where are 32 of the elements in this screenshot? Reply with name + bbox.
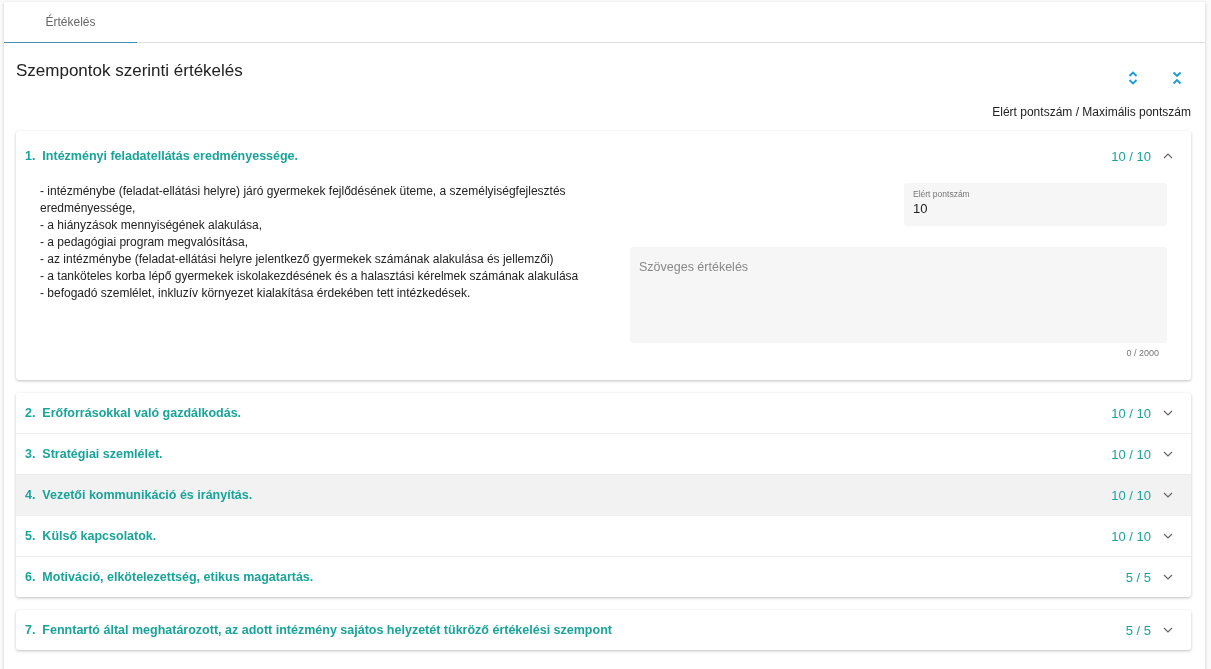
score-text: 10 / 10 <box>1111 405 1151 421</box>
field-label: Elért pontszám <box>913 189 971 199</box>
criterion-title: 3. Stratégiai szemlélet. <box>25 447 164 461</box>
score-input[interactable]: 10 <box>913 201 1158 216</box>
column-caption: Elért pontszám / Maximális pontszám <box>992 105 1191 119</box>
panel-header[interactable]: 7. Fenntartó által meghatározott, az adott intézmény sajátos helyzetét tükröző értékelési szempont 5 / 5 <box>16 610 1191 650</box>
expand-all-icon <box>1128 71 1138 85</box>
score-text: 5 / 5 <box>1125 569 1151 585</box>
panel-header[interactable]: 3. Stratégiai szemlélet. 10 / 10 <box>16 434 1191 474</box>
criterion-title: 2. Erőforrásokkal való gazdálkodás. <box>25 406 243 420</box>
score-text: 10 / 10 <box>1111 528 1151 544</box>
criterion-title: 6. Motiváció, elkötelezettség, etikus magatartás. <box>25 570 315 584</box>
criterion-title: 5. Külső kapcsolatok. <box>25 529 158 543</box>
panel-header[interactable]: 2. Erőforrásokkal való gazdálkodás. 10 / 10 <box>16 393 1191 433</box>
panel-header[interactable]: 4. Vezetői kommunikáció és irányítás. 10 / 10 <box>16 475 1191 515</box>
character-counter: 0 / 2000 <box>1126 348 1159 358</box>
panel-header[interactable]: 5. Külső kapcsolatok. 10 / 10 <box>16 516 1191 556</box>
criterion-description: - intézménybe (feladat-ellátási helyre) járó gyermekek fejlődésének üteme, a személyiségfejlesztés eredményessége, - a hiányzások mennyiségének alakulása, - a pedagógiai program megvalósítása, - az intézménybe (feladat-ellátási helyre jelentkező gyermekek számának alakulása és jellemzői) - a tanköteles korba lépő gyermekek iskolakezdésének és a halasztási kérelmek számának alakulása - befogadó szemlélet, inkluzív környezet kialakítása érdekében tett intézkedések. <box>40 183 580 302</box>
score-text: 10 / 10 <box>1111 446 1151 462</box>
collapse-all-icon <box>1172 71 1182 85</box>
panel-header[interactable]: 6. Motiváció, elkötelezettség, etikus magatartás. 5 / 5 <box>16 557 1191 597</box>
criterion-title: 4. Vezetői kommunikáció és irányítás. <box>25 488 254 502</box>
panel-header[interactable]: 1. Intézményi feladatellátás eredményessége. 10 / 10 <box>16 131 1191 181</box>
criterion-title: 1. Intézményi feladatellátás eredményessége. <box>25 149 300 163</box>
criterion-title: 7. Fenntartó által meghatározott, az adott intézmény sajátos helyzetét tükröző értékelési szempont <box>25 623 613 637</box>
text-evaluation-field[interactable]: Szöveges értékelés <box>630 247 1167 343</box>
score-field[interactable]: Elért pontszám 10 <box>904 183 1167 226</box>
score-text: 10 / 10 <box>1111 148 1151 164</box>
score-text: 5 / 5 <box>1125 622 1151 638</box>
tab[interactable]: Értékelés <box>4 2 137 43</box>
score-text: 10 / 10 <box>1111 487 1151 503</box>
section-title: Szempontok szerinti értékelés <box>16 61 244 81</box>
